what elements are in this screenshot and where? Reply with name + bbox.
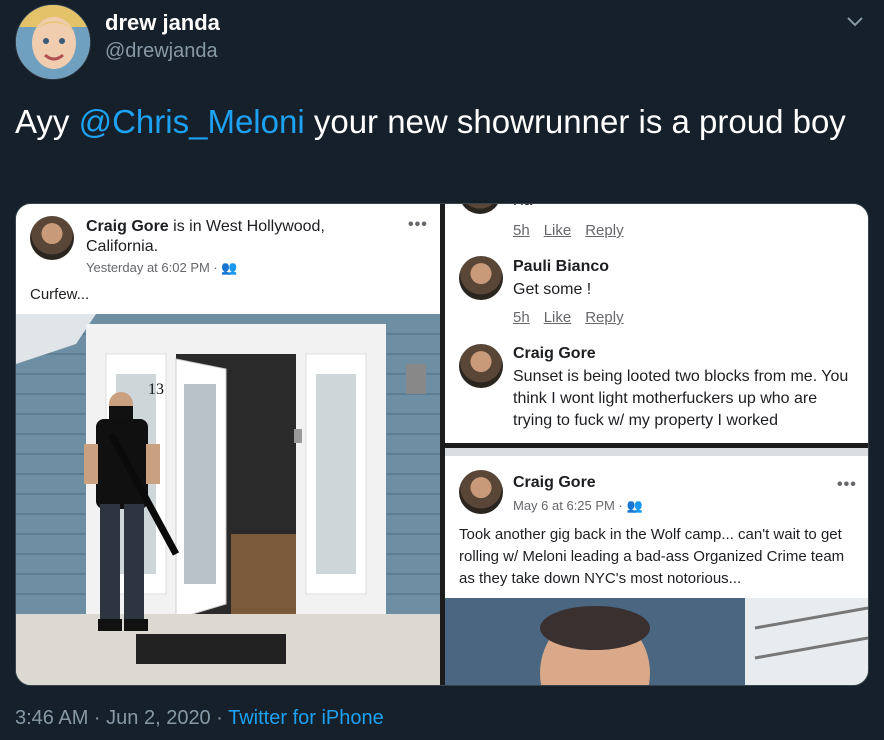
facebook-post-right: Craig Gore May 6 at 6:25 PM · 👥 ••• Took… [445, 448, 868, 685]
comment-time-link[interactable]: 5h [513, 309, 530, 326]
post-timestamp: Yesterday at 6:02 PM · 👥 [86, 260, 238, 275]
tweet-source-link[interactable]: Twitter for iPhone [228, 707, 384, 729]
friends-icon: 👥 [626, 498, 643, 513]
comment-avatar [459, 204, 501, 214]
svg-text:13: 13 [148, 381, 164, 398]
facebook-post-left: Craig Gore is in West Hollywood, Califor… [16, 204, 440, 685]
comment-avatar [459, 256, 503, 300]
tweet-text: Ayy @Chris_Meloni your new showrunner is… [15, 100, 865, 144]
profile-avatar[interactable] [15, 4, 91, 80]
post-timestamp: May 6 at 6:25 PM · 👥 [513, 498, 643, 513]
post-text: Took another gig back in the Wolf camp..… [459, 526, 845, 587]
chevron-down-icon[interactable] [846, 12, 864, 30]
tweet-footer: 3:46 AM · Jun 2, 2020 · Twitter for iPho… [15, 707, 384, 730]
display-name[interactable]: drew janda [105, 10, 220, 36]
feed-gap [445, 448, 868, 456]
like-link[interactable]: Like [544, 222, 572, 239]
reply-link[interactable]: Reply [585, 222, 623, 239]
comment-actions: 5h Like Reply [513, 222, 638, 239]
tweet-media[interactable]: Craig Gore is in West Hollywood, Califor… [15, 203, 869, 686]
comment-time-link[interactable]: 5h [513, 222, 530, 239]
post-author: Craig Gore [513, 474, 596, 491]
post-author-line: Craig Gore is in West Hollywood, Califor… [86, 217, 356, 257]
tweet-text-prefix: Ayy [15, 103, 79, 140]
more-dots-icon[interactable]: ••• [837, 476, 857, 494]
reply-link[interactable]: Reply [585, 309, 623, 326]
tweet-text-suffix: your new showrunner is a proud boy [304, 103, 846, 140]
comment-text: Get some ! [513, 281, 592, 298]
friends-icon: 👥 [221, 260, 238, 275]
author-avatar [30, 216, 74, 260]
facebook-comments: Ha 5h Like Reply Pauli Bianco Get some ! 5… [445, 204, 868, 443]
comment-text: Sunset is being looted two blocks from m… [513, 368, 849, 429]
post-text: Curfew... [30, 286, 90, 303]
mention-link[interactable]: @Chris_Meloni [79, 103, 305, 140]
comment-author: Craig Gore [513, 345, 596, 362]
comment-author: Pauli Bianco [513, 258, 610, 275]
comment-avatar [459, 344, 503, 388]
tweet-timestamp[interactable]: 3:46 AM · Jun 2, 2020 · [15, 707, 228, 729]
comment-partial-text: Ha [513, 204, 532, 212]
like-link[interactable]: Like [544, 309, 572, 326]
user-handle[interactable]: @drewjanda [105, 40, 218, 63]
post-photo [445, 598, 868, 685]
author-avatar [459, 470, 503, 514]
post-author: Craig Gore [86, 218, 169, 235]
comment-actions: 5h Like Reply [513, 309, 638, 326]
more-dots-icon[interactable]: ••• [408, 216, 428, 234]
post-photo: 13 [16, 314, 440, 685]
